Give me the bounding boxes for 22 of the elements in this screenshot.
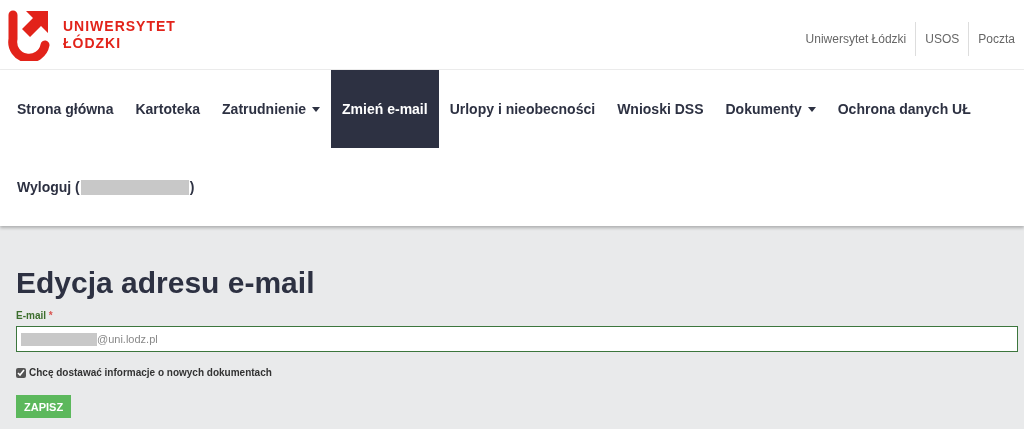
checkbox-label: Chcę dostawać informacje o nowych dokumentach: [29, 367, 272, 378]
caret-icon: [807, 106, 816, 112]
nav-link[interactable]: Wnioski DSS: [606, 70, 715, 148]
nav-link[interactable]: Dokumenty: [714, 70, 827, 148]
checkbox[interactable]: [16, 367, 26, 378]
input-field[interactable]: @uni.lodz.pl: [16, 326, 1018, 352]
page-title: Edycja adresu e-mail: [16, 266, 316, 300]
nav-link[interactable]: Urlopy i nieobecności: [438, 70, 607, 148]
university-logo[interactable]: UNIWERSYTET ŁÓDZKI: [6, 8, 176, 61]
nav-link[interactable]: Zatrudnienie: [211, 70, 332, 148]
nav-link[interactable]: Kartoteka: [124, 70, 212, 148]
logo-text: UNIWERSYTET: [63, 17, 176, 34]
top-link[interactable]: Poczta: [968, 21, 1024, 56]
top-link[interactable]: Uniwersytet Łódzki: [796, 21, 916, 56]
nav-link[interactable]: Zmień e-mail: [331, 70, 439, 148]
nav-link[interactable]: Strona główna: [6, 70, 125, 148]
top-link[interactable]: USOS: [915, 21, 969, 56]
nav-link[interactable]: Ochrona danych UŁ: [826, 70, 982, 148]
caret-icon: [312, 106, 321, 112]
logo-text: ŁÓDZKI: [63, 34, 123, 52]
field-label: E-mail *: [16, 310, 54, 321]
nav-link[interactable]: Wyloguj ( ): [6, 148, 206, 226]
